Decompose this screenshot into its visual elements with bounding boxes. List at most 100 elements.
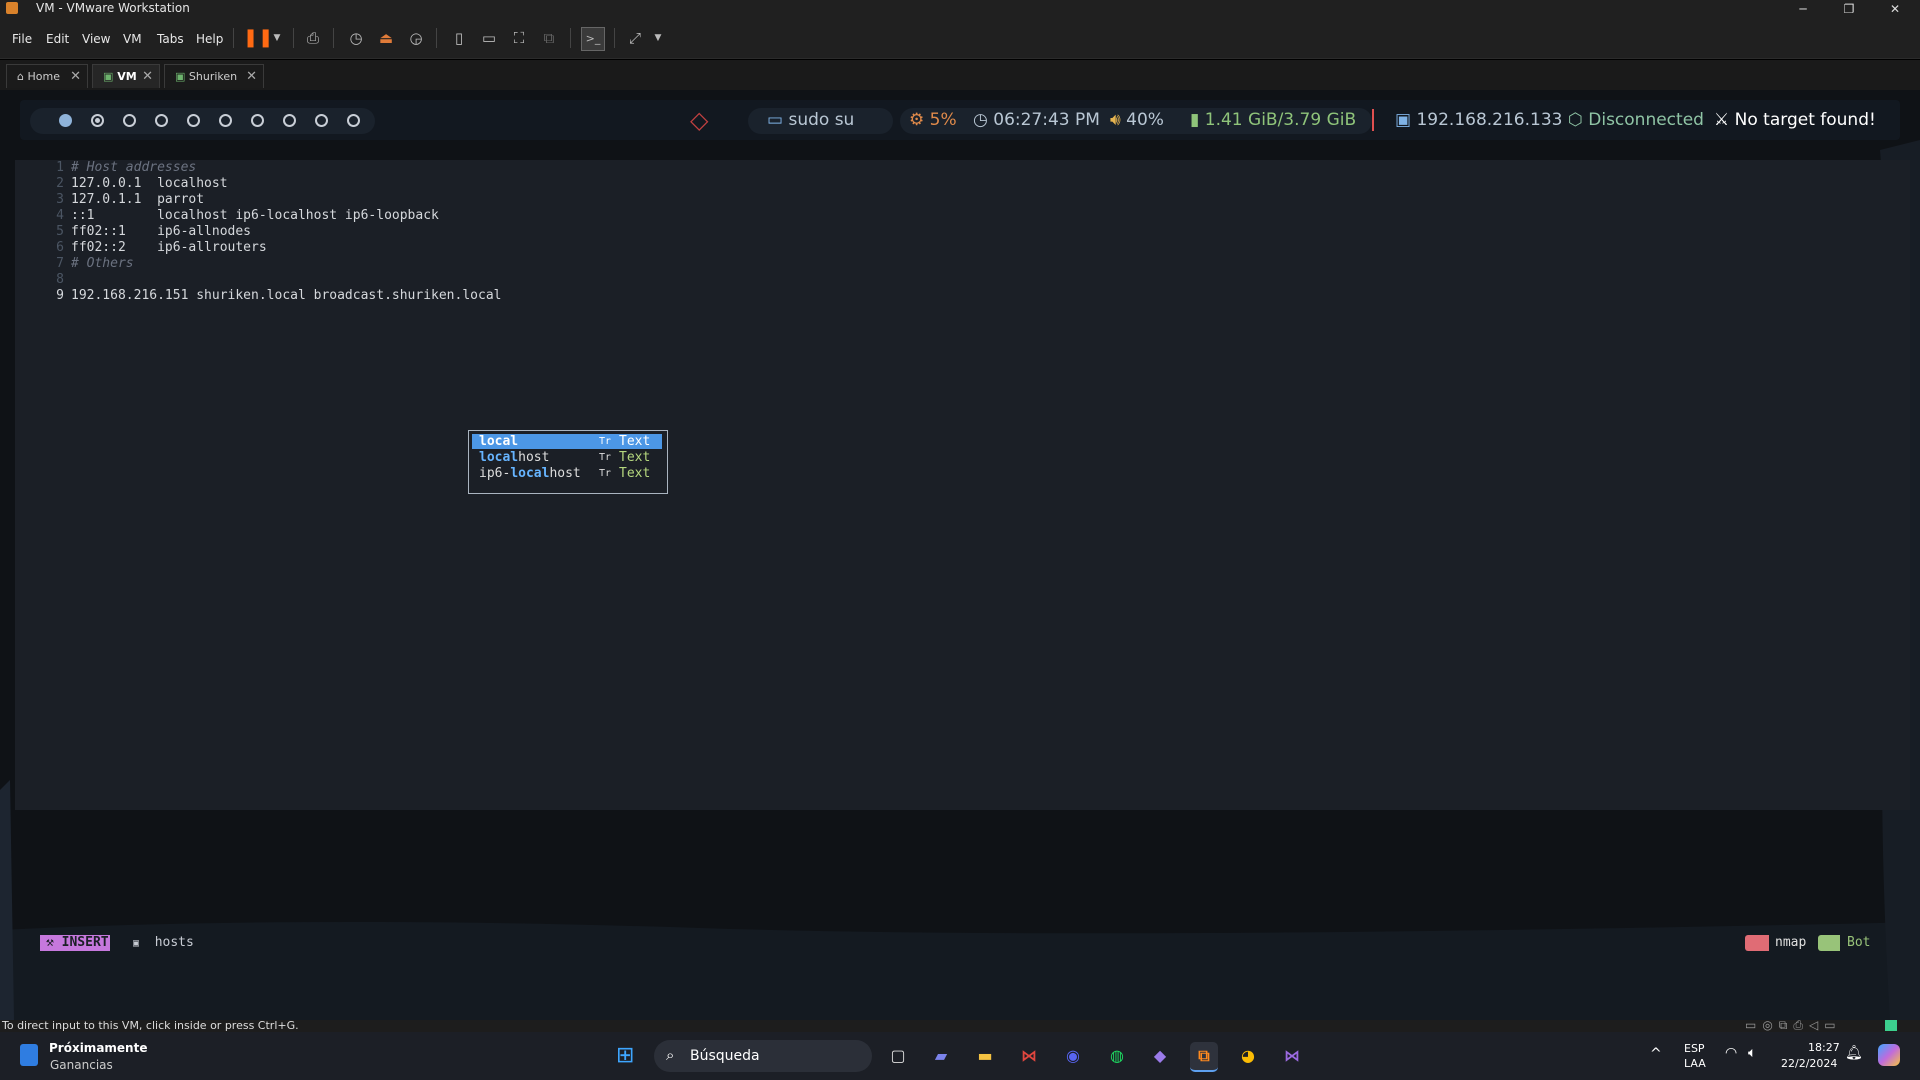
widget-title[interactable]: Próximamente [49,1041,147,1055]
nvim-editor[interactable]: 1 # Host addresses 2 127.0.0.1 localhost… [15,160,1910,810]
tab-vm[interactable]: ▣ VM ✕ [92,64,160,88]
tab-home[interactable]: ⌂ Home ✕ [6,64,88,88]
snapshot-manager-icon[interactable]: ◶ [405,27,427,49]
vmware-taskbar-icon[interactable]: ⧉ [1190,1042,1218,1072]
close-button[interactable]: ✕ [1872,0,1918,18]
completion-item[interactable]: local Tr Text [472,434,662,449]
spotify-icon[interactable]: ◍ [1103,1042,1131,1070]
message-icon[interactable] [1885,1020,1897,1031]
memory-module: ▮ 1.41 GiB/3.79 GiB [1190,100,1356,140]
workspace-10[interactable] [347,114,360,127]
menu-help[interactable]: Help [196,32,223,46]
tab-close-icon[interactable]: ✕ [246,65,257,89]
line-number: 3 [56,192,64,207]
workspace-1[interactable] [59,114,72,127]
line-number: 5 [56,224,64,239]
stretch-guest-icon[interactable]: ⤢ [624,27,646,49]
menu-view[interactable]: View [82,32,110,46]
workspace-3[interactable] [123,114,136,127]
terminal-title: sudo su [788,110,855,130]
vm-status-bar: To direct input to this VM, click inside… [0,1018,1920,1033]
dropdown-arrow-icon[interactable]: ▼ [266,27,288,49]
widget-subtitle: Ganancias [50,1058,113,1072]
discord-icon[interactable]: ◉ [1059,1042,1087,1070]
send-ctrl-alt-del-icon[interactable]: ⎙ [302,27,324,49]
menu-vm[interactable]: VM [123,32,142,46]
terminal-module[interactable]: ▭ sudo su [767,100,854,140]
device-status-icons[interactable]: ▭◎⧉⎙◁▭ [1745,1018,1842,1033]
visual-studio-code-icon[interactable]: ⋈ [1015,1042,1043,1070]
tab-close-icon[interactable]: ✕ [70,65,81,89]
workspace-5[interactable] [187,114,200,127]
completion-kind: Text [619,450,651,465]
vpn-status: Disconnected [1588,110,1704,130]
tab-label: Shuriken [188,70,238,83]
pause-icon[interactable]: ❚❚ [243,27,273,49]
cube-icon: ⬡ [1568,110,1583,130]
thumbnail-bar-icon[interactable]: ▭ [478,27,500,49]
workspace-8[interactable] [283,114,296,127]
tab-close-icon[interactable]: ✕ [142,65,153,89]
mode-icon: ⚒ [46,935,54,950]
chrome-icon[interactable]: ◕ [1234,1042,1262,1070]
window-title: VM - VMware Workstation [36,1,190,15]
menu-file[interactable]: File [12,32,32,46]
minimize-button[interactable]: ─ [1780,0,1826,18]
volume-value: 40% [1126,110,1164,130]
vm-icon: ▣ [103,70,114,83]
line-number-current: 9 [56,288,64,303]
copilot-icon[interactable] [1878,1044,1900,1066]
workspace-7[interactable] [251,114,264,127]
wifi-icon[interactable]: ◠ [1725,1045,1737,1061]
widget-icon[interactable] [20,1044,38,1066]
workspace-6[interactable] [219,114,232,127]
text-kind-icon: Tr [599,436,612,447]
full-screen-icon[interactable]: ⛶ [508,27,530,49]
file-explorer-icon[interactable]: ▬ [971,1042,999,1070]
task-view-icon[interactable]: ▢ [884,1042,912,1070]
visual-studio-icon[interactable]: ⋈ [1278,1042,1306,1070]
toolbar-separator [333,28,334,48]
windows-start-icon[interactable]: ⊞ [616,1045,638,1067]
obsidian-icon[interactable]: ◆ [1146,1042,1174,1070]
position-label: Bot [1847,935,1871,950]
restore-button[interactable]: ❐ [1826,0,1872,18]
file-name: hosts [154,935,194,950]
search-box[interactable]: ⌕ Búsqueda [654,1040,872,1072]
workspace-2[interactable] [91,114,104,127]
show-library-icon[interactable]: ▯ [448,27,470,49]
speaker-icon[interactable]: 🔈︎ [1748,1045,1756,1061]
code-line: ff02::2 ip6-allrouters [71,240,267,255]
dropdown-arrow-icon[interactable]: ▼ [647,27,669,49]
clock-value: 06:27:43 PM [993,110,1100,130]
memory-value: 1.41 GiB/3.79 GiB [1204,110,1357,130]
revert-snapshot-icon[interactable]: ⏏ [375,27,397,49]
vm-screen[interactable]: ◇ ▭ sudo su ⚙ 5% ◷ 06:27:43 PM 🔊︎ 40% ▮ … [0,90,1920,1020]
unity-icon[interactable]: ⧉ [538,27,560,49]
tab-label: Home [27,70,60,83]
clock-date[interactable]: 22/2/2024 [1781,1057,1837,1070]
tab-shuriken[interactable]: ▣ Shuriken ✕ [164,64,264,88]
notification-bell-icon[interactable]: 🔔︎ [1845,1045,1863,1061]
language-layout[interactable]: LAA [1684,1057,1706,1070]
menu-tabs[interactable]: Tabs [157,32,184,46]
chevron-up-icon[interactable]: ^ [1650,1046,1662,1062]
language-code[interactable]: ESP [1684,1042,1705,1055]
teams-icon[interactable]: ▰ [927,1042,955,1070]
workspace-4[interactable] [155,114,168,127]
memory-icon: ▮ [1190,110,1200,130]
clock-time[interactable]: 18:27 [1808,1041,1840,1054]
workspace-9[interactable] [315,114,328,127]
tab-bar: ⌂ Home ✕ ▣ VM ✕ ▣ Shuriken ✕ [0,60,1920,90]
volume-module[interactable]: 🔊︎ 40% [1110,100,1164,140]
mode-indicator: ⚒ INSERT [40,935,110,951]
code-line: 127.0.0.1 localhost [71,176,228,191]
code-line: ff02::1 ip6-allnodes [71,224,252,239]
menu-edit[interactable]: Edit [46,32,69,46]
completion-item[interactable]: ip6-localhost Tr Text [472,466,662,481]
code-line: ::1 localhost ip6-localhost ip6-loopback [71,208,439,223]
snapshot-icon[interactable]: ◷ [345,27,367,49]
polybar: ◇ ▭ sudo su ⚙ 5% ◷ 06:27:43 PM 🔊︎ 40% ▮ … [20,100,1900,140]
console-view-icon[interactable]: >_ [581,27,605,51]
completion-item[interactable]: localhost Tr Text [472,450,662,465]
